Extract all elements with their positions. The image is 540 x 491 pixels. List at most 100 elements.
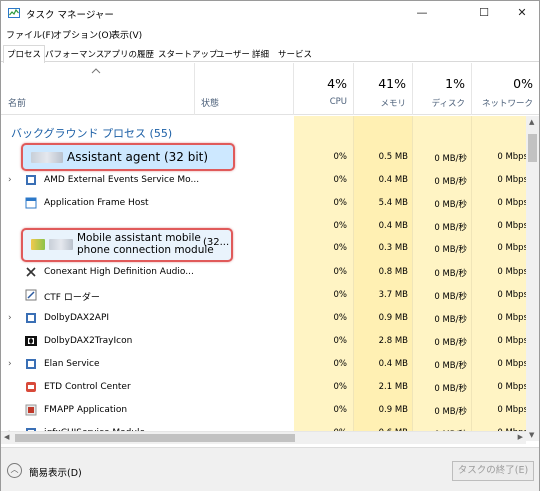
tab-processes[interactable]: プロセス — [3, 45, 46, 63]
expand-chevron-icon[interactable]: › — [8, 359, 12, 369]
column-name-header[interactable]: 名前 — [8, 96, 26, 109]
dolby-icon — [25, 336, 37, 346]
fewer-details-label: 簡易表示(D) — [29, 468, 82, 479]
minimize-button[interactable]: — — [405, 1, 439, 25]
process-name: FMAPP Application — [44, 405, 128, 415]
disk-value: 0 MB/秒 — [434, 245, 467, 255]
disk-value: 0 MB/秒 — [434, 223, 467, 233]
table-row[interactable]: › DolbyDAX2API 0% 0.9 MB 0 MB/秒 0 Mbps — [1, 307, 526, 330]
table-row[interactable]: Assistant agent (32 bit) 0% 0.5 MB 0 MB/… — [1, 146, 526, 169]
scroll-up-icon[interactable]: ▲ — [529, 118, 534, 126]
cpu-value: 0% — [333, 267, 348, 277]
service-icon — [26, 313, 36, 323]
column-divider[interactable] — [194, 63, 195, 115]
disk-value: 0 MB/秒 — [434, 315, 467, 325]
cpu-value: 0% — [333, 221, 348, 231]
process-name: ETD Control Center — [44, 382, 131, 392]
process-name: DolbyDAX2TrayIcon — [44, 336, 133, 346]
memory-value: 0.4 MB — [378, 221, 408, 231]
network-value: 0 Mbps — [497, 405, 526, 415]
process-bitness: (32... — [203, 237, 230, 248]
column-cpu-header[interactable]: 4% CPU — [294, 63, 353, 114]
scroll-left-icon[interactable]: ◀ — [4, 433, 9, 441]
network-value: 0 Mbps — [497, 382, 526, 392]
sort-up-icon[interactable] — [91, 67, 101, 75]
process-name: Assistant agent (32 bit) — [67, 150, 209, 164]
disk-value: 0 MB/秒 — [434, 177, 467, 187]
network-value: 0 Mbps — [497, 290, 526, 300]
process-name: Elan Service — [44, 359, 100, 369]
window-title: タスク マネージャー — [26, 10, 114, 21]
cpu-value: 0% — [333, 336, 348, 346]
maximize-button[interactable]: ☐ — [467, 1, 501, 25]
horizontal-scroll-thumb[interactable] — [15, 434, 295, 442]
memory-value: 0.8 MB — [378, 267, 408, 277]
column-status-header[interactable]: 状態 — [201, 96, 219, 109]
process-name: AMD External Events Service Mo... — [44, 175, 200, 185]
process-name: Conexant High Definition Audio... — [44, 267, 194, 277]
expand-chevron-icon[interactable]: › — [8, 175, 12, 185]
title-bar: タスク マネージャー — ☐ ✕ — [1, 1, 539, 25]
tab-services[interactable]: サービス — [274, 45, 316, 62]
memory-value: 2.8 MB — [378, 336, 408, 346]
menu-options[interactable]: オプション(O) — [53, 28, 112, 41]
disk-percent: 1% — [445, 76, 465, 91]
table-row[interactable]: DolbyDAX2TrayIcon 0% 2.8 MB 0 MB/秒 0 Mbp… — [1, 330, 526, 353]
column-disk-header[interactable]: 1% ディスク — [412, 63, 471, 114]
end-task-button[interactable]: タスクの終了(E) — [452, 461, 534, 481]
column-network-header[interactable]: 0% ネットワーク — [471, 63, 539, 114]
memory-value: 0.5 MB — [378, 152, 408, 162]
disk-value: 0 MB/秒 — [434, 269, 467, 279]
cpu-value: 0% — [333, 175, 348, 185]
disk-value: 0 MB/秒 — [434, 407, 467, 417]
column-memory-header[interactable]: 41% メモリ — [353, 63, 412, 114]
menu-view[interactable]: 表示(V) — [111, 28, 142, 41]
disk-value: 0 MB/秒 — [434, 200, 467, 210]
table-row[interactable]: ETD Control Center 0% 2.1 MB 0 MB/秒 0 Mb… — [1, 376, 526, 399]
cpu-value: 0% — [333, 152, 348, 162]
expand-chevron-icon[interactable]: › — [8, 313, 12, 323]
service-icon — [26, 175, 36, 185]
menu-file[interactable]: ファイル(F) — [6, 28, 54, 41]
audio-tools-icon — [26, 267, 36, 277]
etd-icon — [26, 382, 36, 392]
table-row[interactable]: 0% 0.4 MB 0 MB/秒 0 Mbps — [1, 215, 527, 238]
memory-value: 2.1 MB — [378, 382, 408, 392]
process-name-line2: phone connection module — [77, 244, 214, 256]
cpu-percent: 4% — [327, 76, 347, 91]
disk-value: 0 MB/秒 — [434, 384, 467, 394]
table-row[interactable]: › AMD External Events Service Mo... 0% 0… — [1, 169, 526, 192]
network-percent: 0% — [513, 76, 533, 91]
table-row[interactable]: CTF ローダー 0% 3.7 MB 0 MB/秒 0 Mbps — [1, 284, 526, 307]
disk-value: 0 MB/秒 — [434, 338, 467, 348]
blurred-icon — [31, 152, 63, 163]
network-value: 0 Mbps — [497, 198, 526, 208]
cpu-value: 0% — [333, 405, 348, 415]
cpu-value: 0% — [333, 313, 348, 323]
table-row[interactable]: › Elan Service 0% 0.4 MB 0 MB/秒 0 Mbps — [1, 353, 526, 376]
memory-value: 0.9 MB — [378, 405, 408, 415]
memory-percent: 41% — [378, 76, 406, 91]
memory-value: 0.9 MB — [378, 313, 408, 323]
table-row[interactable]: Conexant High Definition Audio... 0% 0.8… — [1, 261, 526, 284]
tab-app-history[interactable]: アプリの履歴 — [99, 45, 158, 62]
scroll-down-icon[interactable]: ▼ — [529, 431, 534, 439]
tab-details[interactable]: 詳細 — [248, 45, 273, 62]
cpu-value: 0% — [333, 382, 348, 392]
table-row[interactable]: Application Frame Host 0% 5.4 MB 0 MB/秒 … — [1, 192, 526, 215]
close-button[interactable]: ✕ — [505, 1, 539, 25]
cpu-value: 0% — [333, 290, 348, 300]
vertical-scroll-thumb[interactable] — [528, 134, 537, 162]
column-header: 名前 状態 4% CPU 41% メモリ 1% ディスク 0% ネットワーク — [1, 63, 539, 115]
horizontal-scrollbar[interactable]: ◀ ▶ — [1, 431, 526, 444]
table-row[interactable]: FMAPP Application 0% 0.9 MB 0 MB/秒 0 Mbp… — [1, 399, 526, 422]
disk-value: 0 MB/秒 — [434, 361, 467, 371]
memory-value: 0.3 MB — [378, 243, 408, 253]
network-value: 0 Mbps — [497, 267, 526, 277]
network-value: 0 Mbps — [497, 221, 526, 231]
vertical-scrollbar[interactable]: ▲ ▼ — [526, 116, 539, 441]
process-list: バックグラウンド プロセス (55) Assistant agent (32 b… — [1, 116, 526, 441]
task-manager-window: タスク マネージャー — ☐ ✕ ファイル(F) オプション(O) 表示(V) … — [0, 0, 540, 491]
ctf-pen-icon — [25, 289, 37, 301]
scroll-right-icon[interactable]: ▶ — [518, 433, 523, 441]
